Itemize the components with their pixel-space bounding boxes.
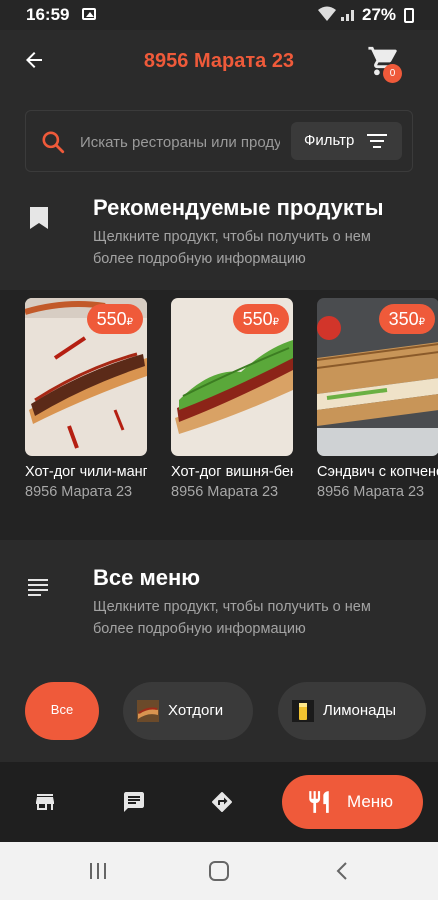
menu-nav-button[interactable]: Меню: [282, 775, 423, 829]
menu-title: Все меню: [93, 565, 201, 590]
restaurant-icon: [306, 789, 332, 820]
filter-button[interactable]: Фильтр: [291, 122, 402, 160]
filter-icon: [367, 132, 387, 150]
featured-title: Рекомендуемые продукты: [93, 195, 384, 220]
category-label: Лимонады: [323, 702, 397, 719]
product-restaurant: 8956 Марата 23: [171, 484, 279, 500]
product-card[interactable]: 550₽ Хот-дог вишня-бекон 8956 Марата 23: [171, 298, 293, 500]
system-navigation-bar: [0, 842, 438, 900]
filter-label: Фильтр: [304, 132, 355, 149]
battery-percent: 27%: [362, 5, 397, 24]
product-image: 550₽: [171, 298, 293, 456]
directions-icon[interactable]: [209, 790, 235, 814]
product-image: 550₽: [25, 298, 147, 456]
product-name: Хот-дог чили-манго: [25, 464, 147, 480]
product-name: Сэндвич с копченой курицей: [317, 464, 438, 480]
back-nav-icon[interactable]: [335, 861, 349, 886]
featured-products-carousel[interactable]: 550₽ Хот-дог чили-манго 8956 Марата 23 5…: [0, 290, 438, 540]
wifi-icon: [318, 6, 336, 25]
product-restaurant: 8956 Марата 23: [25, 484, 133, 500]
product-card[interactable]: 350₽ Сэндвич с копченой курицей 8956 Мар…: [317, 298, 438, 500]
price-badge: 350₽: [378, 304, 435, 334]
category-chip-all[interactable]: Все: [25, 682, 99, 740]
menu-nav-label: Меню: [347, 792, 393, 811]
bottom-navigation: Меню: [0, 762, 438, 842]
store-icon[interactable]: [32, 790, 58, 814]
price-badge: 550₽: [232, 304, 289, 334]
hotdog-thumbnail-icon: [137, 700, 159, 722]
menu-subtitle: Щелкните продукт, чтобы получить о нем б…: [93, 599, 371, 637]
bookmark-icon: [28, 206, 50, 230]
price-badge: 550₽: [86, 304, 143, 334]
product-name: Хот-дог вишня-бекон: [171, 464, 293, 480]
lemonade-thumbnail-icon: [292, 700, 314, 722]
status-time: 16:59: [26, 5, 70, 24]
recent-apps-icon[interactable]: [88, 862, 108, 885]
signal-icon: [340, 6, 358, 25]
chat-icon[interactable]: [121, 790, 147, 814]
category-label: Хотдоги: [168, 702, 224, 719]
category-chip-lemonades[interactable]: Лимонады: [278, 682, 426, 740]
category-chip-hotdogs[interactable]: Хотдоги: [123, 682, 253, 740]
product-restaurant: 8956 Марата 23: [317, 484, 425, 500]
search-input[interactable]: [80, 129, 280, 155]
battery-icon: [404, 8, 414, 23]
list-icon: [28, 578, 50, 602]
app-header: 8956 Марата 23 0: [0, 30, 438, 100]
status-bar: 16:59 27%: [0, 0, 438, 30]
gallery-notification-icon: [82, 8, 96, 20]
featured-subtitle: Щелкните продукт, чтобы получить о нем б…: [93, 229, 371, 267]
search-icon: [40, 129, 66, 155]
search-bar: Фильтр: [25, 110, 413, 172]
cart-count-badge: 0: [383, 64, 402, 83]
product-card[interactable]: 550₽ Хот-дог чили-манго 8956 Марата 23: [25, 298, 147, 500]
home-icon[interactable]: [208, 860, 230, 887]
category-label: Все: [50, 702, 74, 717]
product-image: 350₽: [317, 298, 438, 456]
